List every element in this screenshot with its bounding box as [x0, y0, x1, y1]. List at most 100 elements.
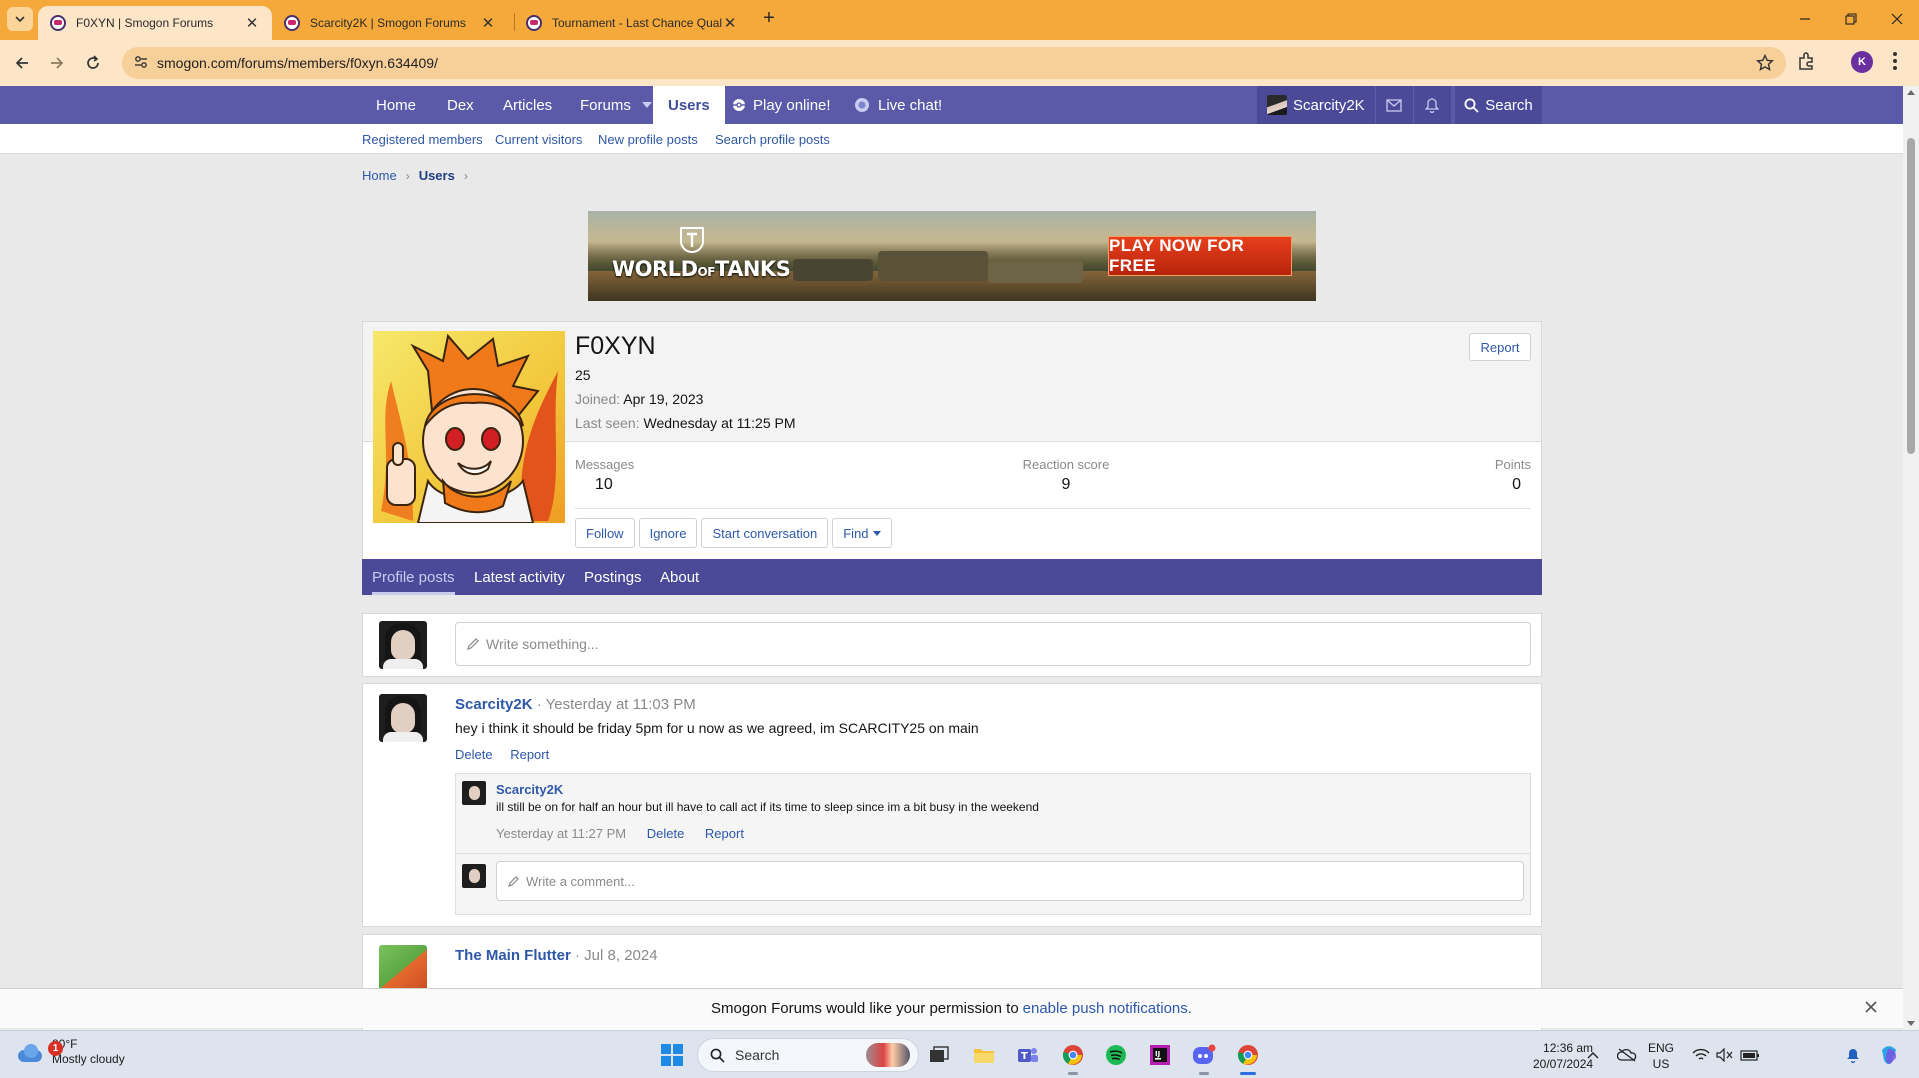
input-language[interactable]: ENG US — [1648, 1040, 1674, 1072]
nav-users[interactable]: Users — [653, 86, 725, 124]
tab-about[interactable]: About — [660, 559, 699, 595]
close-tab-icon[interactable]: ✕ — [722, 15, 738, 32]
taskbar-search[interactable]: Search — [697, 1038, 919, 1072]
nav-play-online[interactable]: Play online! — [731, 86, 831, 124]
back-button[interactable] — [9, 50, 35, 76]
subnav-current-visitors[interactable]: Current visitors — [495, 132, 582, 147]
address-bar[interactable]: smogon.com/forums/members/f0xyn.634409/ — [122, 47, 1786, 79]
account-link[interactable]: Scarcity2K — [1257, 86, 1375, 124]
delete-post-link[interactable]: Delete — [455, 747, 493, 762]
comment-input[interactable]: Write a comment... — [496, 861, 1524, 901]
close-window-button[interactable] — [1885, 8, 1909, 30]
profile-post-input[interactable]: Write something... — [455, 622, 1531, 666]
alerts-button[interactable] — [1412, 86, 1451, 124]
copilot-button[interactable] — [1874, 1040, 1904, 1070]
reload-button[interactable] — [80, 50, 106, 76]
notifications-button[interactable] — [1838, 1040, 1868, 1070]
enable-push-link[interactable]: enable push notifications. — [1023, 1000, 1192, 1017]
onedrive-button[interactable] — [1612, 1040, 1642, 1070]
follow-button[interactable]: Follow — [575, 518, 635, 548]
subnav-search-profile-posts[interactable]: Search profile posts — [715, 132, 830, 147]
avatar[interactable] — [462, 781, 486, 805]
avatar[interactable] — [379, 945, 427, 993]
tab-postings[interactable]: Postings — [584, 559, 642, 595]
scroll-down-icon[interactable] — [1907, 1021, 1915, 1026]
subnav-registered-members[interactable]: Registered members — [362, 132, 483, 147]
scroll-up-icon[interactable] — [1907, 90, 1915, 95]
comment-timestamp[interactable]: Yesterday at 11:27 PM — [496, 826, 626, 841]
tab-latest-activity[interactable]: Latest activity — [474, 559, 565, 595]
site-settings-icon[interactable] — [134, 55, 148, 69]
browser-menu-icon[interactable] — [1893, 52, 1897, 73]
discord-button[interactable] — [1189, 1040, 1219, 1075]
comment-actions: Yesterday at 11:27 PM Delete Report — [496, 826, 761, 841]
forward-button[interactable] — [44, 50, 70, 76]
close-icon[interactable] — [1863, 999, 1879, 1015]
teams-button[interactable]: T — [1013, 1040, 1043, 1070]
close-tab-icon[interactable]: ✕ — [480, 15, 496, 32]
chevron-down-icon[interactable] — [641, 102, 652, 108]
chrome-active-button[interactable] — [1233, 1040, 1263, 1075]
subnav-new-profile-posts[interactable]: New profile posts — [598, 132, 698, 147]
page-scrollbar[interactable] — [1903, 86, 1919, 1030]
avatar[interactable] — [379, 621, 427, 669]
report-post-link[interactable]: Report — [510, 747, 549, 762]
taskbar-clock[interactable]: 12:36 am 20/07/2024 — [1533, 1040, 1593, 1072]
scrollbar-thumb[interactable] — [1907, 138, 1915, 454]
spotify-button[interactable] — [1101, 1040, 1131, 1070]
nav-forums[interactable]: Forums — [580, 86, 652, 124]
profile-tabs: Profile posts Latest activity Postings A… — [362, 559, 1542, 595]
battery-icon — [1740, 1050, 1759, 1061]
tab-f0xyn[interactable]: F0XYN | Smogon Forums ✕ — [38, 6, 272, 40]
post-author[interactable]: Scarcity2K — [455, 696, 533, 713]
stat-points[interactable]: Points 0 — [1473, 457, 1531, 494]
avatar[interactable] — [373, 331, 565, 523]
file-explorer-button[interactable] — [969, 1040, 999, 1070]
jetbrains-button[interactable]: IJ — [1145, 1040, 1175, 1070]
post-author[interactable]: The Main Flutter — [455, 947, 571, 964]
nav-live-chat[interactable]: Live chat! — [854, 86, 942, 124]
site-search-button[interactable]: Search — [1455, 86, 1542, 124]
inbox-button[interactable] — [1374, 86, 1413, 124]
avatar[interactable] — [379, 694, 427, 742]
nav-home[interactable]: Home — [376, 86, 416, 124]
task-view-button[interactable] — [924, 1040, 954, 1070]
stat-reaction-score: Reaction score 9 — [1021, 457, 1111, 494]
start-button[interactable] — [657, 1040, 687, 1070]
search-icon — [710, 1048, 725, 1063]
comment-author[interactable]: Scarcity2K — [496, 782, 563, 797]
ignore-button[interactable]: Ignore — [638, 518, 698, 548]
chrome-button[interactable] — [1058, 1040, 1088, 1075]
tab-scarcity2k[interactable]: Scarcity2K | Smogon Forums ✕ — [272, 6, 508, 40]
profile-avatar-button[interactable]: K — [1851, 51, 1873, 73]
find-label: Find — [843, 525, 869, 541]
delete-comment-link[interactable]: Delete — [647, 826, 685, 841]
report-comment-link[interactable]: Report — [705, 826, 744, 841]
breadcrumb-users[interactable]: Users — [419, 168, 455, 183]
play-now-button[interactable]: PLAY NOW FOR FREE — [1108, 236, 1292, 276]
minimize-button[interactable] — [1793, 8, 1817, 30]
comment-placeholder: Write a comment... — [526, 873, 635, 889]
report-member-button[interactable]: Report — [1469, 333, 1531, 361]
nav-dex[interactable]: Dex — [447, 86, 474, 124]
find-menu-button[interactable]: Find — [832, 518, 892, 548]
post-timestamp[interactable]: · Jul 8, 2024 — [575, 947, 658, 964]
post-timestamp[interactable]: · Yesterday at 11:03 PM — [537, 696, 696, 713]
tab-profile-posts[interactable]: Profile posts — [372, 559, 455, 595]
cloud-offline-icon — [1617, 1048, 1637, 1062]
tank-image — [793, 259, 873, 281]
advertisement-banner[interactable]: WORLDOFTANKS PLAY NOW FOR FREE — [588, 211, 1316, 301]
breadcrumb-home[interactable]: Home — [362, 168, 397, 183]
tab-tournament[interactable]: Tournament - Last Chance Qual ✕ — [514, 6, 750, 40]
close-tab-icon[interactable]: ✕ — [244, 15, 260, 32]
restore-button[interactable] — [1839, 8, 1863, 30]
bookmark-star-icon[interactable] — [1756, 54, 1774, 72]
start-conversation-button[interactable]: Start conversation — [701, 518, 829, 548]
new-tab-button[interactable]: + — [758, 8, 780, 30]
weather-widget[interactable]: 1 80°F Mostly cloudy — [16, 1037, 125, 1067]
battery-button[interactable] — [1735, 1040, 1765, 1070]
extensions-icon[interactable] — [1797, 51, 1817, 71]
stat-messages[interactable]: Messages 10 — [575, 457, 634, 494]
tab-search-button[interactable] — [7, 7, 33, 31]
nav-articles[interactable]: Articles — [503, 86, 552, 124]
